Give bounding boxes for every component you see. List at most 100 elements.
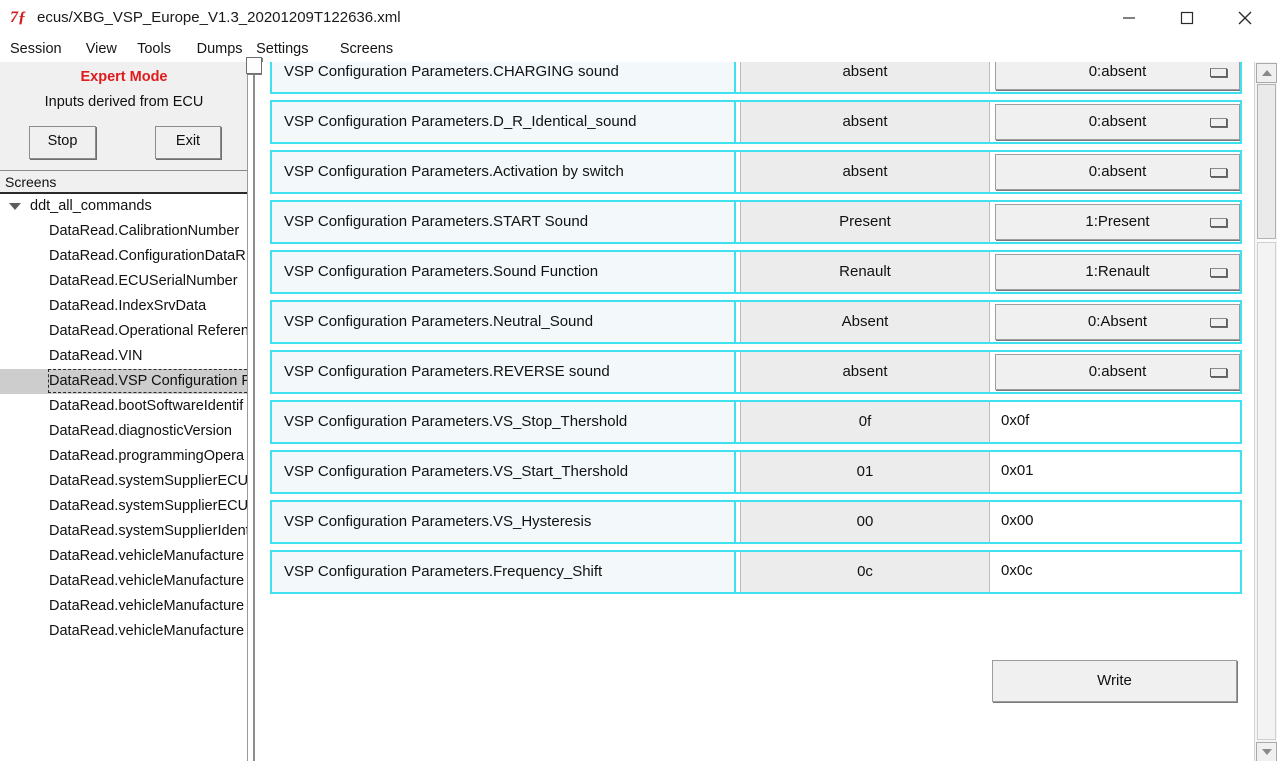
tree-item[interactable]: DataRead.systemSupplierECUS	[0, 494, 247, 519]
scrollbar-thumb[interactable]	[1257, 84, 1276, 239]
parameter-current-value: 00	[740, 500, 990, 544]
sidebar-panel: Expert Mode Inputs derived from ECU Stop…	[0, 62, 248, 763]
maximize-button[interactable]	[1164, 0, 1210, 36]
splitter-divider	[253, 66, 255, 763]
dropdown-arrow-icon[interactable]	[1210, 218, 1227, 227]
menu-item-view[interactable]: View	[79, 36, 124, 62]
window-title: ecus/XBG_VSP_Europe_V1.3_20201209T122636…	[37, 9, 401, 26]
parameter-dropdown[interactable]: 0:Absent	[995, 304, 1240, 340]
stop-button[interactable]: Stop	[29, 126, 96, 159]
parameter-control-cell: 0:absent	[992, 350, 1242, 394]
scroll-down-button[interactable]	[1256, 742, 1277, 762]
menu-item-screens[interactable]: Screens	[333, 36, 400, 62]
title-bar: 7ƒ ecus/XBG_VSP_Europe_V1.3_20201209T122…	[0, 0, 1277, 37]
splitter-thumb[interactable]	[246, 57, 262, 74]
parameter-text-input[interactable]: 0x0c	[992, 550, 1242, 594]
parameter-control-cell: 0x01	[992, 450, 1242, 494]
tree-item-label: DataRead.systemSupplierECUS	[49, 473, 247, 489]
tree-item[interactable]: DataRead.vehicleManufacture	[0, 544, 247, 569]
menu-item-session[interactable]: Session	[3, 36, 69, 62]
tree-item[interactable]: DataRead.IndexSrvData	[0, 294, 247, 319]
parameter-text-input[interactable]: 0x00	[992, 500, 1242, 544]
tree-item-label: DataRead.systemSupplierIdent	[49, 523, 247, 539]
dropdown-arrow-icon[interactable]	[1210, 368, 1227, 377]
menu-bar: Session View Tools Dumps Settings Screens	[0, 36, 1277, 62]
screens-header: Screens	[0, 170, 247, 194]
parameter-name-label: VSP Configuration Parameters.CHARGING so…	[270, 62, 736, 94]
close-button[interactable]	[1222, 0, 1268, 36]
parameter-dropdown-value: 1:Present	[1085, 213, 1150, 230]
parameter-row: VSP Configuration Parameters.VS_Hysteres…	[270, 500, 1242, 544]
parameter-dropdown[interactable]: 1:Renault	[995, 254, 1240, 290]
parameter-text-input[interactable]: 0x0f	[992, 400, 1242, 444]
tree-item[interactable]: DataRead.ECUSerialNumber	[0, 269, 247, 294]
tree-item-label: DataRead.systemSupplierECUS	[49, 498, 247, 514]
scroll-up-button[interactable]	[1256, 63, 1277, 83]
parameter-name-label: VSP Configuration Parameters.Frequency_S…	[270, 550, 736, 594]
tree-item[interactable]: DataRead.CalibrationNumber	[0, 219, 247, 244]
parameter-dropdown[interactable]: 0:absent	[995, 104, 1240, 140]
tree-item[interactable]: DataRead.programmingOpera	[0, 444, 247, 469]
parameter-row: VSP Configuration Parameters.D_R_Identic…	[270, 100, 1242, 144]
chevron-down-icon[interactable]	[9, 203, 21, 210]
parameter-dropdown-value: 0:absent	[1088, 163, 1147, 180]
parameter-current-value: absent	[740, 150, 990, 194]
exit-button[interactable]: Exit	[155, 126, 221, 159]
parameter-control-cell: 0:absent	[992, 100, 1242, 144]
tree-item[interactable]: DataRead.systemSupplierIdent	[0, 519, 247, 544]
tree-item[interactable]: DataRead.vehicleManufacture	[0, 619, 247, 644]
maximize-icon	[1180, 11, 1194, 25]
parameter-control-cell: 1:Present	[992, 200, 1242, 244]
tree-item-label: DataRead.vehicleManufacture	[49, 598, 245, 614]
screens-tree[interactable]: ddt_all_commands DataRead.CalibrationNumb…	[0, 194, 247, 763]
parameter-control-cell: 0:absent	[992, 150, 1242, 194]
parameter-name-label: VSP Configuration Parameters.VS_Hysteres…	[270, 500, 736, 544]
content-scrollbar[interactable]	[1254, 62, 1277, 763]
parameter-dropdown-value: 1:Renault	[1085, 263, 1150, 280]
parameter-dropdown-value: 0:absent	[1088, 363, 1147, 380]
tree-item-label: DataRead.VIN	[49, 348, 143, 364]
parameter-dropdown[interactable]: 0:absent	[995, 154, 1240, 190]
parameter-row: VSP Configuration Parameters.VS_Stop_The…	[270, 400, 1242, 444]
dropdown-arrow-icon[interactable]	[1210, 318, 1227, 327]
chevron-down-icon	[1261, 749, 1272, 755]
dropdown-arrow-icon[interactable]	[1210, 168, 1227, 177]
parameter-row: VSP Configuration Parameters.Neutral_Sou…	[270, 300, 1242, 344]
tree-root-ddt-all-commands[interactable]: ddt_all_commands	[0, 194, 247, 219]
dropdown-arrow-icon[interactable]	[1210, 118, 1227, 127]
dropdown-arrow-icon[interactable]	[1210, 268, 1227, 277]
parameter-row: VSP Configuration Parameters.Sound Funct…	[270, 250, 1242, 294]
tree-item-label: DataRead.bootSoftwareIdentif	[49, 398, 244, 414]
tree-item-label: DataRead.diagnosticVersion	[49, 423, 232, 439]
tree-item[interactable]: DataRead.vehicleManufacture	[0, 594, 247, 619]
tree-item[interactable]: DataRead.vehicleManufacture	[0, 569, 247, 594]
tree-item-label: DataRead.ECUSerialNumber	[49, 273, 238, 289]
tree-item[interactable]: DataRead.Operational Referen	[0, 319, 247, 344]
parameter-dropdown-value: 0:absent	[1088, 113, 1147, 130]
menu-item-tools[interactable]: Tools	[130, 36, 178, 62]
tree-item[interactable]: DataRead.VSP Configuration P	[0, 369, 247, 394]
dropdown-arrow-icon[interactable]	[1210, 68, 1227, 77]
parameter-row: VSP Configuration Parameters.CHARGING so…	[270, 62, 1242, 94]
parameter-dropdown[interactable]: 1:Present	[995, 204, 1240, 240]
scrollbar-lower-track[interactable]	[1257, 242, 1276, 740]
close-icon	[1238, 11, 1252, 25]
tree-item[interactable]: DataRead.diagnosticVersion	[0, 419, 247, 444]
tree-item[interactable]: DataRead.VIN	[0, 344, 247, 369]
tree-item[interactable]: DataRead.systemSupplierECUS	[0, 469, 247, 494]
panel-splitter[interactable]	[250, 62, 260, 763]
tree-item[interactable]: DataRead.bootSoftwareIdentif	[0, 394, 247, 419]
parameter-row: VSP Configuration Parameters.Frequency_S…	[270, 550, 1242, 594]
minimize-button[interactable]	[1106, 0, 1152, 36]
parameter-dropdown[interactable]: 0:absent	[995, 62, 1240, 90]
write-button[interactable]: Write	[992, 660, 1237, 702]
parameter-dropdown[interactable]: 0:absent	[995, 354, 1240, 390]
tree-item[interactable]: DataRead.ConfigurationDataR	[0, 244, 247, 269]
menu-item-dumps[interactable]: Dumps	[190, 36, 250, 62]
parameter-current-value: Renault	[740, 250, 990, 294]
parameter-text-input[interactable]: 0x01	[992, 450, 1242, 494]
minimize-icon	[1123, 17, 1135, 19]
tree-item-label: DataRead.VSP Configuration P	[47, 369, 247, 393]
parameter-name-label: VSP Configuration Parameters.Activation …	[270, 150, 736, 194]
parameter-control-cell: 1:Renault	[992, 250, 1242, 294]
